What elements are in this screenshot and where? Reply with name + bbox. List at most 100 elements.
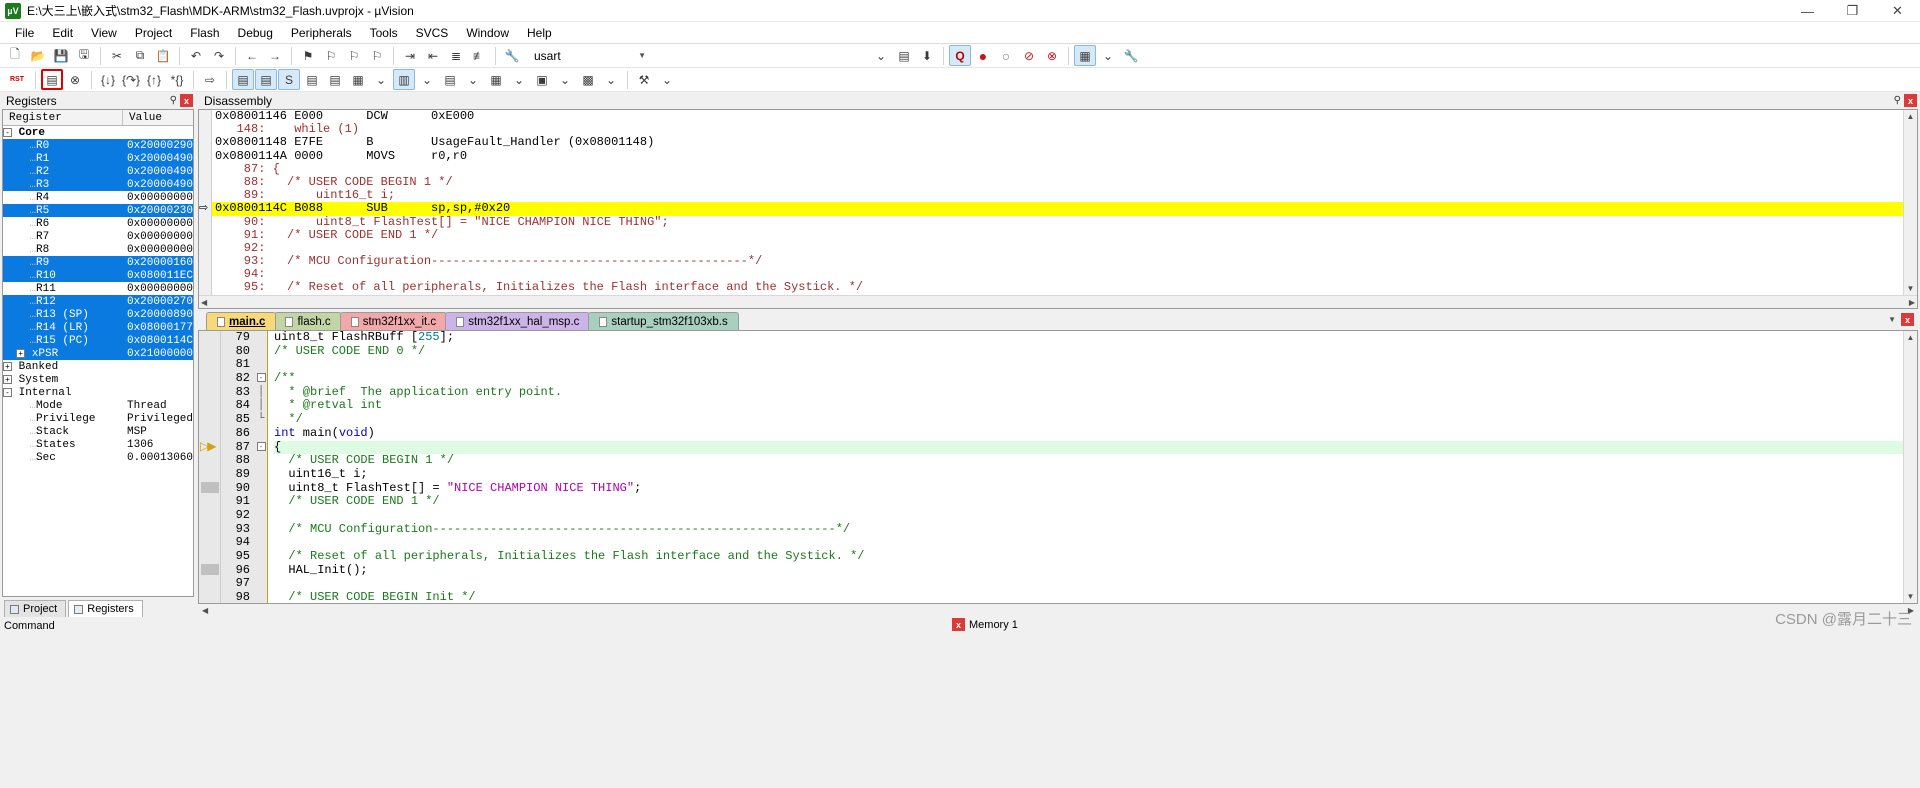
register-row[interactable]: …R30x20000490	[3, 178, 193, 191]
disassembly-horizontal-scrollbar[interactable]: ◀ ▶	[199, 295, 1917, 308]
register-row[interactable]: …R14 (LR)0x08000177	[3, 321, 193, 334]
step-icon[interactable]: {↓}	[97, 69, 119, 90]
disassembly-line[interactable]: 0x08001146 E000 DCW 0xE000	[212, 110, 1903, 123]
chevron-down-icon[interactable]: ⌄	[462, 69, 484, 90]
chevron-down-icon[interactable]: ⌄	[416, 69, 438, 90]
bookmark-next-icon[interactable]: ⚐	[343, 45, 365, 66]
disassembly-line[interactable]: 91: /* USER CODE END 1 */	[212, 229, 1903, 242]
register-row[interactable]: …R120x20000270	[3, 295, 193, 308]
close-button[interactable]: ✕	[1875, 0, 1920, 22]
pin-icon[interactable]: ⚲	[170, 95, 177, 106]
watch-window-icon[interactable]: ▦	[347, 69, 369, 90]
registers-tree[interactable]: Register Value - Core …R00x20000290 …R10…	[2, 109, 194, 597]
cut-icon[interactable]: ✂	[106, 45, 128, 66]
code-line[interactable]: uint16_t i;	[274, 468, 1903, 482]
editor-tab-stm32f1xx_hal_msp-c[interactable]: stm32f1xx_hal_msp.c	[445, 312, 590, 330]
bookmark-toggle-icon[interactable]: ⚑	[297, 45, 319, 66]
disassembly-vertical-scrollbar[interactable]: ▲ ▼	[1903, 110, 1917, 295]
registers-window-icon[interactable]: ▤	[301, 69, 323, 90]
code-line[interactable]	[274, 358, 1903, 372]
editor-vertical-scrollbar[interactable]: ▲ ▼	[1903, 331, 1917, 603]
run-icon[interactable]: ▤	[41, 69, 63, 90]
bookmark-marker[interactable]	[201, 482, 219, 493]
new-file-icon[interactable]: 🗋	[4, 45, 26, 66]
breakpoint-kill-all-icon[interactable]: ⊗	[1041, 45, 1063, 66]
collapse-icon[interactable]: -	[3, 388, 12, 397]
column-header-value[interactable]: Value	[123, 110, 193, 125]
step-over-icon[interactable]: {↷}	[120, 69, 142, 90]
register-row[interactable]: - Core	[3, 126, 193, 139]
scroll-down-icon[interactable]: ▼	[1907, 282, 1915, 295]
pane-tab-registers[interactable]: Registers	[68, 600, 142, 617]
step-out-icon[interactable]: {↑}	[143, 69, 165, 90]
menu-item-window[interactable]: Window	[457, 24, 518, 42]
editor-pane[interactable]: ▷▶ 7980818283848586878889909192939495969…	[198, 330, 1918, 604]
redo-icon[interactable]: ↷	[208, 45, 230, 66]
pin-icon[interactable]: ⚲	[1894, 95, 1901, 106]
menu-item-peripherals[interactable]: Peripherals	[282, 24, 361, 42]
register-row[interactable]: …R10x20000490	[3, 152, 193, 165]
call-stack-icon[interactable]: ▤	[324, 69, 346, 90]
disassembly-line[interactable]: 0x0800114A 0000 MOVS r0,r0	[212, 150, 1903, 163]
chevron-down-icon[interactable]: ⌄	[370, 69, 392, 90]
menu-item-tools[interactable]: Tools	[361, 24, 407, 42]
code-line[interactable]: uint8_t FlashRBuff [255];	[274, 331, 1903, 345]
chevron-down-icon[interactable]: ⌄	[508, 69, 530, 90]
editor-tab-main-c[interactable]: main.c	[206, 312, 276, 330]
code-fold-gutter[interactable]: -││└ -	[255, 331, 268, 603]
register-row[interactable]: …R90x20000160	[3, 256, 193, 269]
code-line[interactable]: */	[274, 413, 1903, 427]
download-icon[interactable]: ⬇	[916, 45, 938, 66]
register-row[interactable]: …StackMSP	[3, 425, 193, 438]
target-select[interactable]: usart▼	[530, 46, 650, 65]
code-text[interactable]: uint8_t FlashRBuff [255];/* USER CODE EN…	[268, 331, 1903, 603]
register-row[interactable]: + System	[3, 373, 193, 386]
disassembly-lines[interactable]: 0x08001146 E000 DCW 0xE000 148: while (1…	[212, 110, 1903, 295]
register-row[interactable]: + Banked	[3, 360, 193, 373]
register-row[interactable]: …R110x00000000	[3, 282, 193, 295]
register-row[interactable]: …PrivilegePrivileged	[3, 412, 193, 425]
save-all-icon[interactable]: 🖫	[73, 45, 95, 66]
toolbox-icon[interactable]: ⚒	[633, 69, 655, 90]
trace-window-icon[interactable]: ▣	[531, 69, 553, 90]
column-header-register[interactable]: Register	[3, 110, 123, 125]
show-statement-icon[interactable]: ⇨	[199, 69, 221, 90]
indent-icon[interactable]: ⇥	[399, 45, 421, 66]
memory-window-icon[interactable]: ▥	[393, 69, 415, 90]
code-line[interactable]: HAL_Init();	[274, 564, 1903, 578]
navigate-forward-icon[interactable]: →	[264, 45, 286, 66]
stop-icon[interactable]: ⊗	[64, 69, 86, 90]
breakpoint-gutter[interactable]: ▷▶	[199, 331, 221, 603]
code-line[interactable]: * @retval int	[274, 399, 1903, 413]
register-row[interactable]: - Internal	[3, 386, 193, 399]
system-viewer-icon[interactable]: ▩	[577, 69, 599, 90]
pane-tab-project[interactable]: Project	[4, 600, 66, 617]
uncomment-icon[interactable]: ≢	[468, 45, 490, 66]
comment-icon[interactable]: ≣	[445, 45, 467, 66]
code-line[interactable]: /* USER CODE END 0 */	[274, 345, 1903, 359]
disassembly-line[interactable]: 87: {	[212, 163, 1903, 176]
scroll-left-icon[interactable]: ◀	[201, 296, 207, 309]
tab-list-icon[interactable]: ▼	[1888, 313, 1896, 326]
bookmark-prev-icon[interactable]: ⚐	[320, 45, 342, 66]
undo-icon[interactable]: ↶	[185, 45, 207, 66]
reset-cpu-icon[interactable]: RST	[4, 69, 30, 90]
code-line[interactable]: * @brief The application entry point.	[274, 386, 1903, 400]
open-file-icon[interactable]: 📂	[27, 45, 49, 66]
register-row[interactable]: …Sec0.00013060	[3, 451, 193, 464]
menu-item-edit[interactable]: Edit	[43, 24, 82, 42]
close-icon[interactable]: x	[952, 618, 965, 631]
register-row[interactable]: …R20x20000490	[3, 165, 193, 178]
code-current-line[interactable]: {	[274, 441, 1903, 455]
expand-icon[interactable]: +	[16, 349, 25, 358]
memory-map-icon[interactable]: ▦	[1074, 45, 1096, 66]
register-row[interactable]: …R15 (PC)0x0800114C	[3, 334, 193, 347]
disassembly-line[interactable]: 93: /* MCU Configuration----------------…	[212, 255, 1903, 268]
navigate-back-icon[interactable]: ←	[241, 45, 263, 66]
chevron-down-icon[interactable]: ⌄	[656, 69, 678, 90]
menu-item-debug[interactable]: Debug	[229, 24, 282, 42]
bookmark-clear-icon[interactable]: ⚐	[366, 45, 388, 66]
copy-icon[interactable]: ⧉	[129, 45, 151, 66]
menu-item-project[interactable]: Project	[126, 24, 181, 42]
start-debug-icon[interactable]: Q	[949, 45, 971, 66]
